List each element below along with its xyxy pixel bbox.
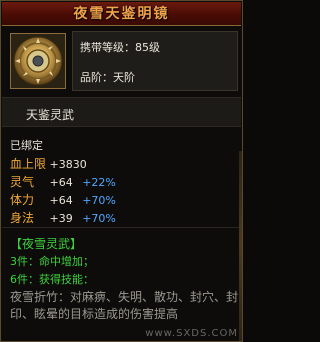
item-name: 天鉴灵武 (26, 108, 75, 122)
set-skill-description: 夜雪折竹：对麻痹、失明、散功、封穴、封印、眩晕的目标造成的伤害提高 (10, 290, 239, 321)
bound-status: 已绑定 (10, 139, 43, 152)
item-info-panel: 携带等级：85级 品阶：天阶 (72, 31, 238, 91)
stat-row-lingqi: 灵气 +64 +22% (10, 173, 116, 190)
carry-level: 携带等级：85级 (80, 41, 160, 54)
set-bonus-3: 3件：命中增加； (10, 255, 94, 268)
item-tooltip: 夜雪天鉴明镜 携带等级：85级 品阶：天阶 天鉴灵武 已绑定 血上限 +3830… (0, 0, 243, 342)
stat-name: 血上限 (10, 157, 47, 171)
stat-value: +39 (49, 212, 73, 225)
stat-value: +64 (49, 176, 73, 189)
stat-value: +3830 (49, 158, 87, 171)
stat-percent: +70% (82, 194, 116, 207)
set-bonus-section: 【夜雪灵武】 3件：命中增加； 6件：获得技能： 夜雪折竹：对麻痹、失明、散功、… (2, 233, 241, 341)
stat-percent: +70% (82, 212, 116, 225)
section-divider (2, 227, 241, 228)
stat-percent: +22% (82, 176, 116, 189)
tooltip-header: 携带等级：85级 品阶：天阶 (2, 27, 241, 95)
stat-row-tili: 体力 +64 +70% (10, 191, 116, 208)
stats-section: 已绑定 血上限 +3830 灵气 +64 +22% 体力 +64 +70% 身法… (2, 129, 241, 237)
mirror-disc-icon[interactable] (10, 33, 66, 89)
item-grade: 品阶：天阶 (80, 71, 135, 84)
site-watermark: www.SXDS.COM (145, 328, 238, 339)
stat-name: 灵气 (10, 175, 35, 189)
set-bonus-6: 6件：获得技能： (10, 273, 94, 286)
stat-name: 体力 (10, 193, 35, 207)
item-name-band: 天鉴灵武 (2, 97, 241, 127)
set-title: 【夜雪灵武】 (10, 237, 83, 251)
item-title: 夜雪天鉴明镜 (73, 6, 170, 22)
tooltip-title-bar: 夜雪天鉴明镜 (2, 2, 241, 26)
stat-value: +64 (49, 194, 73, 207)
window-edge (239, 151, 242, 341)
stat-row-hp: 血上限 +3830 (10, 155, 87, 172)
stat-row-shenfa: 身法 +39 +70% (10, 209, 116, 226)
stat-name: 身法 (10, 211, 35, 225)
